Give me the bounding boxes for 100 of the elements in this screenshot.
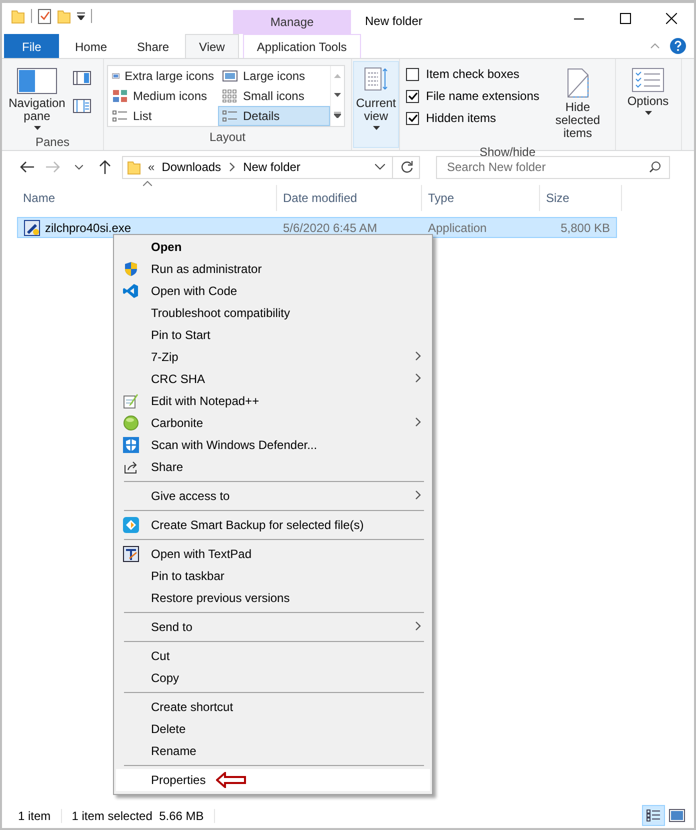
textpad-icon — [122, 546, 138, 562]
ribbon-tab[interactable]: File — [4, 34, 59, 58]
window-title: New folder — [364, 14, 424, 30]
properties-icon[interactable] — [38, 8, 51, 24]
back-arrow-icon — [20, 161, 34, 173]
menu-item[interactable]: Cut — [116, 645, 430, 667]
breadcrumb[interactable]: New folder — [243, 160, 300, 174]
chevron-down-icon — [75, 164, 83, 170]
manage-tab-header: Manage — [233, 10, 351, 34]
code-icon — [122, 283, 138, 299]
search-field[interactable]: Search New folder — [445, 159, 649, 175]
thumbnail-view-icon — [668, 809, 684, 822]
collapse-ribbon-icon[interactable] — [650, 43, 660, 49]
file-row[interactable]: zilchpro40si.exe 5/6/2020 6:45 AM Application 5,800 KB — [17, 217, 617, 238]
shield-icon — [122, 261, 138, 277]
file-size: 5,800 KB — [560, 220, 611, 234]
pane-layout-icon — [17, 68, 57, 94]
view-icon — [222, 109, 238, 123]
view-icon — [222, 89, 238, 103]
up-arrow-icon — [99, 160, 111, 174]
menu-item[interactable]: Troubleshoot compatibility — [116, 302, 430, 324]
item-count: 1 item — [18, 808, 62, 822]
checkbox[interactable] — [406, 90, 419, 102]
menu-item[interactable]: Create shortcut — [116, 696, 430, 718]
menu-item[interactable]: Open — [116, 236, 430, 258]
menu-item[interactable]: Share — [116, 456, 430, 478]
selection-info: 1 item selected 5.66 MB — [72, 808, 215, 822]
minimize-icon — [574, 18, 584, 20]
breadcrumb[interactable]: Downloads — [162, 160, 222, 174]
menu-item[interactable]: CRC SHA — [116, 368, 430, 390]
application-icon — [24, 220, 40, 236]
menu-item[interactable]: 7-Zip — [116, 346, 430, 368]
menu-item[interactable]: Create Smart Backup for selected file(s) — [116, 514, 430, 536]
current-view-button[interactable]: Current view — [353, 61, 399, 148]
layout-option[interactable]: Small icons — [218, 86, 330, 106]
details-view-button[interactable] — [642, 805, 665, 826]
menu-item[interactable]: Send to — [116, 616, 430, 638]
checkbox-label: Hidden items — [426, 111, 496, 125]
more-icon[interactable] — [334, 112, 341, 118]
details-view-icon — [646, 809, 661, 822]
share-icon — [122, 459, 138, 475]
column-header[interactable]: Type — [422, 185, 540, 211]
menu-item[interactable]: Give access to — [116, 485, 430, 507]
menu-item[interactable]: Edit with Notepad++ — [116, 390, 430, 412]
view-icon — [112, 109, 128, 123]
file-name: zilchpro40si.exe — [18, 220, 277, 236]
breadcrumb-chevron-icon — [228, 162, 236, 172]
search-box[interactable]: Search New folder — [436, 156, 670, 178]
menu-item[interactable]: Restore previous versions — [116, 587, 430, 609]
details-pane-icon[interactable] — [73, 99, 91, 113]
annotation-arrow-icon — [216, 772, 246, 788]
folder-icon — [127, 159, 141, 175]
customize-icon[interactable] — [77, 12, 85, 20]
preview-pane-icon[interactable] — [73, 71, 91, 85]
menu-item[interactable]: Properties — [116, 769, 430, 791]
help-icon[interactable] — [670, 38, 686, 54]
forward-arrow-icon — [46, 161, 60, 173]
menu-item[interactable]: Delete — [116, 718, 430, 740]
layout-option[interactable]: Details — [218, 106, 330, 126]
scroll-down-icon[interactable] — [334, 92, 341, 97]
menu-item[interactable]: Scan with Windows Defender... — [116, 434, 430, 456]
checkbox[interactable] — [406, 112, 419, 124]
menu-item[interactable]: Pin to Start — [116, 324, 430, 346]
close-icon — [666, 13, 676, 24]
layout-option[interactable]: Extra large icons — [108, 66, 218, 86]
layout-option[interactable]: Medium icons — [108, 86, 218, 106]
notepad-icon — [122, 393, 138, 409]
group-label: Panes — [34, 135, 71, 150]
ribbon-tab[interactable]: Application Tools — [242, 34, 361, 58]
overflow-chevron[interactable]: « — [148, 160, 155, 174]
view-icon — [112, 89, 128, 103]
hide-selected-button[interactable]: Hide selected items — [543, 63, 612, 145]
menu-item[interactable]: Run as administrator — [116, 258, 430, 280]
refresh-icon[interactable] — [400, 160, 414, 174]
column-header[interactable]: Date modified — [277, 185, 422, 211]
checkbox-label: File name extensions — [426, 89, 540, 103]
dropdown-icon[interactable] — [375, 164, 385, 170]
file-type: Application — [427, 220, 488, 234]
menu-item[interactable]: Open with Code — [116, 280, 430, 302]
menu-item[interactable]: Open with TextPad — [116, 543, 430, 565]
ribbon-tab[interactable]: View — [185, 34, 239, 58]
view-icon — [222, 69, 238, 83]
column-header[interactable]: Name — [17, 185, 277, 211]
address-bar[interactable]: « Downloads New folder — [122, 156, 420, 178]
group-label: Layout — [208, 130, 247, 146]
menu-item[interactable]: Copy — [116, 667, 430, 689]
layout-option[interactable]: List — [108, 106, 218, 126]
layout-option[interactable]: Large icons — [218, 66, 330, 86]
checkbox[interactable] — [406, 68, 419, 80]
caret-icon — [372, 126, 380, 130]
hidden-file-icon — [564, 68, 591, 98]
menu-item[interactable]: Carbonite — [116, 412, 430, 434]
navigation-pane-button[interactable]: Navigation pane — [5, 63, 69, 135]
menu-item[interactable]: Pin to taskbar — [116, 565, 430, 587]
search-icon — [649, 161, 661, 173]
menu-item[interactable]: Rename — [116, 740, 430, 762]
options-button[interactable]: Options — [619, 63, 677, 150]
options-icon — [632, 68, 664, 92]
column-header[interactable]: Size — [540, 185, 622, 211]
checkmark-icon — [408, 92, 418, 100]
